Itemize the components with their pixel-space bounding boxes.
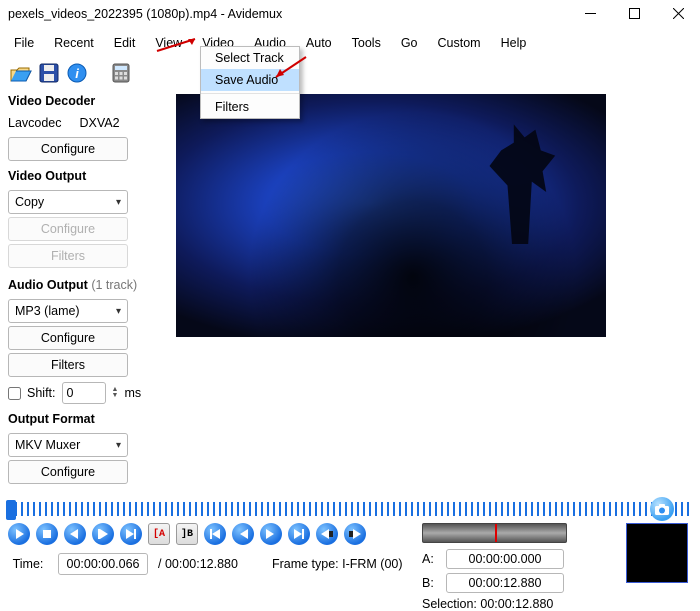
menu-auto[interactable]: Auto — [296, 34, 342, 52]
annotation-arrow-icon — [270, 55, 310, 85]
left-panel: Video Decoder Lavcodec DXVA2 Configure V… — [8, 86, 166, 484]
time-label: Time: — [8, 557, 48, 571]
chevron-down-icon: ▾ — [116, 197, 121, 208]
menu-file[interactable]: File — [4, 34, 44, 52]
output-format-configure-button[interactable]: Configure — [8, 460, 128, 484]
annotation-arrow-icon — [155, 35, 205, 55]
video-output-configure-button: Configure — [8, 217, 128, 241]
audio-output-filters-button[interactable]: Filters — [8, 353, 128, 377]
decoder-name2: DXVA2 — [80, 116, 120, 130]
maximize-button[interactable] — [612, 0, 656, 28]
audio-output-configure-button[interactable]: Configure — [8, 326, 128, 350]
menubar: File Recent Edit View Video Audio Auto T… — [0, 28, 700, 58]
video-preview[interactable] — [176, 94, 606, 337]
open-icon[interactable] — [10, 62, 32, 84]
decoder-values: Lavcodec DXVA2 — [8, 116, 166, 130]
prev-frame-button[interactable] — [64, 523, 86, 545]
next-frame-button[interactable] — [92, 523, 114, 545]
dropdown-filters[interactable]: Filters — [201, 96, 299, 118]
b-value[interactable]: 00:00:12.880 — [446, 573, 564, 593]
video-decoder-label: Video Decoder — [8, 94, 166, 108]
dropdown-separator — [201, 93, 299, 94]
seek-thumb[interactable] — [6, 500, 16, 520]
output-format-select[interactable]: MKV Muxer ▾ — [8, 433, 128, 457]
duration-label: / 00:00:12.880 — [158, 557, 238, 571]
window-title: pexels_videos_2022395 (1080p).mp4 - Avid… — [8, 7, 568, 21]
shift-row: Shift: 0 ▲▼ ms — [8, 382, 166, 404]
stop-button[interactable] — [36, 523, 58, 545]
time-field[interactable]: 00:00:00.066 — [58, 553, 148, 575]
a-label: A: — [422, 552, 436, 566]
play-button[interactable] — [8, 523, 30, 545]
goto-start-button[interactable] — [204, 523, 226, 545]
seek-bar[interactable] — [8, 501, 692, 517]
set-a-button[interactable]: [A — [148, 523, 170, 545]
video-output-select[interactable]: Copy ▾ — [8, 190, 128, 214]
prev-keyframe-button[interactable] — [232, 523, 254, 545]
frame-type-label: Frame type: I-FRM (00) — [272, 557, 403, 571]
decoder-configure-button[interactable]: Configure — [8, 137, 128, 161]
shift-unit: ms — [124, 386, 141, 400]
b-label: B: — [422, 576, 436, 590]
toolbar: i — [0, 58, 700, 86]
shift-checkbox[interactable] — [8, 387, 21, 400]
snapshot-button[interactable] — [650, 497, 674, 521]
video-output-label: Video Output — [8, 169, 166, 183]
a-value[interactable]: 00:00:00.000 — [446, 549, 564, 569]
info-icon[interactable]: i — [66, 62, 88, 84]
next-keyframe-button[interactable] — [260, 523, 282, 545]
main-area: Video Decoder Lavcodec DXVA2 Configure V… — [0, 86, 700, 484]
svg-text:i: i — [75, 66, 79, 81]
menu-tools[interactable]: Tools — [342, 34, 391, 52]
save-icon[interactable] — [38, 62, 60, 84]
chevron-down-icon: ▾ — [116, 306, 121, 317]
calculator-icon[interactable] — [110, 62, 132, 84]
set-b-button[interactable]: ]B — [176, 523, 198, 545]
next-frame2-button[interactable] — [120, 523, 142, 545]
video-output-filters-button: Filters — [8, 244, 128, 268]
bottom-controls: [A ]B Time: 00:00:00.066 / 00:00:12.880 … — [8, 497, 692, 593]
menu-recent[interactable]: Recent — [44, 34, 104, 52]
close-button[interactable] — [656, 0, 700, 28]
minimize-button[interactable] — [568, 0, 612, 28]
video-area — [176, 86, 692, 484]
shift-spinner[interactable]: 0 — [62, 382, 106, 404]
audio-output-label: Audio Output (1 track) — [8, 278, 166, 292]
menu-help[interactable]: Help — [491, 34, 537, 52]
chevron-down-icon: ▾ — [116, 440, 121, 451]
audio-output-value: MP3 (lame) — [15, 304, 80, 318]
scrub-wheel[interactable] — [422, 523, 567, 543]
audio-output-select[interactable]: MP3 (lame) ▾ — [8, 299, 128, 323]
shift-spinner-buttons[interactable]: ▲▼ — [112, 387, 119, 399]
output-format-value: MKV Muxer — [15, 438, 80, 452]
menu-go[interactable]: Go — [391, 34, 428, 52]
titlebar: pexels_videos_2022395 (1080p).mp4 - Avid… — [0, 0, 700, 28]
menu-custom[interactable]: Custom — [428, 34, 491, 52]
right-controls: A: 00:00:00.000 B: 00:00:12.880 Selectio… — [422, 523, 692, 611]
preview-thumbnail — [626, 523, 688, 583]
goto-end-button[interactable] — [288, 523, 310, 545]
menu-edit[interactable]: Edit — [104, 34, 146, 52]
video-output-value: Copy — [15, 195, 44, 209]
shift-label: Shift: — [27, 386, 56, 400]
prev-black-button[interactable] — [316, 523, 338, 545]
next-black-button[interactable] — [344, 523, 366, 545]
selection-label: Selection: 00:00:12.880 — [422, 597, 692, 611]
output-format-label: Output Format — [8, 412, 166, 426]
decoder-name1: Lavcodec — [8, 116, 62, 130]
